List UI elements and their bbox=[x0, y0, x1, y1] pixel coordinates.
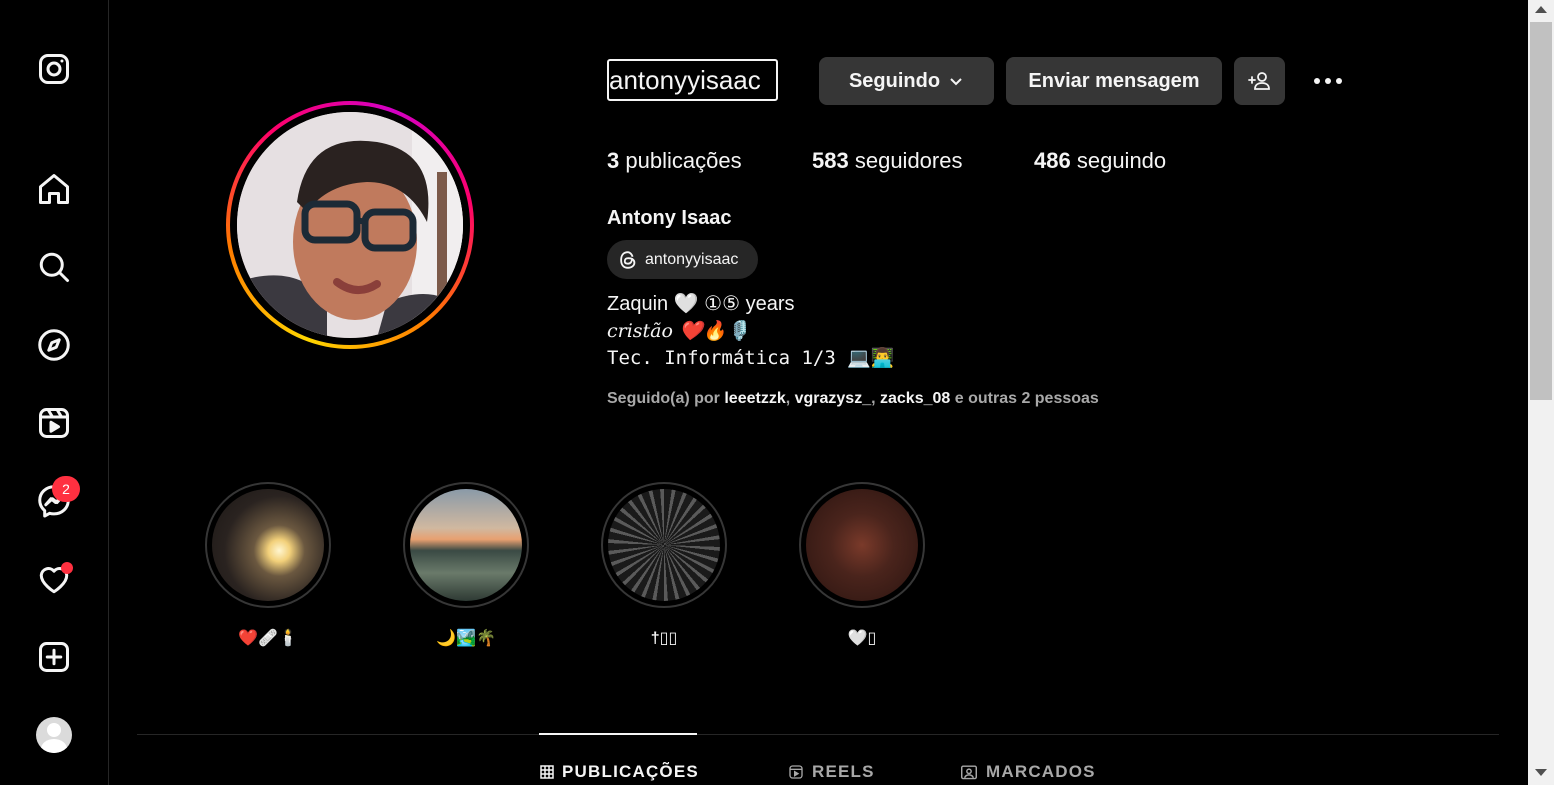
bio-line-3: Tec. Informática 1/3 💻👨‍💻 bbox=[607, 347, 895, 369]
tab-posts[interactable]: PUBLICAÇÕES bbox=[540, 762, 699, 782]
tab-posts-label: PUBLICAÇÕES bbox=[562, 762, 699, 781]
highlight-label: 🌙🏞️🌴 bbox=[436, 630, 496, 647]
compass-icon[interactable] bbox=[30, 321, 78, 369]
followers-count-number: 583 bbox=[812, 148, 849, 173]
scroll-down-arrow-icon[interactable] bbox=[1535, 769, 1547, 776]
threads-icon bbox=[620, 250, 636, 269]
sidebar: 2 bbox=[0, 0, 109, 785]
threads-link[interactable]: antonyyisaac bbox=[607, 240, 758, 279]
tabs-divider bbox=[137, 734, 1499, 735]
home-icon[interactable] bbox=[30, 165, 78, 213]
tab-reels[interactable]: REELS bbox=[788, 762, 875, 782]
following-count[interactable]: 486 seguindo bbox=[1034, 148, 1166, 174]
username-title: antonyyisaac bbox=[607, 59, 778, 101]
highlight-cover[interactable] bbox=[799, 482, 925, 608]
posts-count-label: publicações bbox=[625, 148, 742, 173]
messages-badge: 2 bbox=[52, 476, 80, 502]
highlight-label: ❤️🩹🕯️ bbox=[238, 630, 298, 647]
highlight-cover[interactable] bbox=[205, 482, 331, 608]
followers-count[interactable]: 583 seguidores bbox=[812, 148, 962, 174]
notification-dot bbox=[61, 562, 73, 574]
followed-by-suffix: e outras 2 pessoas bbox=[954, 390, 1099, 407]
followed-by[interactable]: Seguido(a) por leeetzzk, vgrazysz_, zack… bbox=[607, 390, 1099, 408]
tab-tagged-label: MARCADOS bbox=[986, 762, 1096, 781]
search-icon[interactable] bbox=[30, 243, 78, 291]
bio-line-1: Zaquin 🤍 ①⑤ years bbox=[607, 293, 795, 315]
highlight-label: †▯▯ bbox=[650, 630, 678, 647]
followed-by-user: vgrazysz_ bbox=[794, 390, 872, 407]
profile-main: antonyyisaac Seguindo Enviar mensagem 3 … bbox=[110, 0, 1528, 785]
followed-by-user: zacks_08 bbox=[880, 390, 951, 407]
heart-icon[interactable] bbox=[30, 555, 78, 603]
following-count-number: 486 bbox=[1034, 148, 1071, 173]
active-tab-indicator bbox=[539, 733, 697, 735]
following-count-label: seguindo bbox=[1076, 148, 1167, 173]
profile-picture[interactable] bbox=[226, 101, 474, 349]
reels-icon[interactable] bbox=[30, 399, 78, 447]
story-highlight[interactable]: 🌙🏞️🌴 bbox=[403, 482, 529, 648]
story-highlight[interactable]: †▯▯ bbox=[601, 482, 727, 648]
full-name: Antony Isaac bbox=[607, 207, 732, 229]
instagram-logo-icon[interactable] bbox=[30, 45, 78, 93]
following-button-label: Seguindo bbox=[848, 69, 941, 92]
highlight-cover[interactable] bbox=[601, 482, 727, 608]
highlight-cover[interactable] bbox=[403, 482, 529, 608]
tab-reels-label: REELS bbox=[812, 762, 875, 781]
more-options-icon[interactable] bbox=[1308, 65, 1348, 97]
add-person-icon bbox=[1247, 72, 1270, 90]
scroll-up-arrow-icon[interactable] bbox=[1535, 6, 1547, 13]
grid-icon bbox=[540, 765, 554, 779]
chevron-down-icon bbox=[950, 78, 962, 86]
avatar[interactable] bbox=[36, 717, 72, 753]
reels-icon bbox=[789, 765, 803, 779]
following-button[interactable]: Seguindo bbox=[819, 57, 994, 105]
highlight-label: 🤍▯ bbox=[847, 630, 877, 647]
tab-tagged[interactable]: MARCADOS bbox=[960, 762, 1096, 782]
send-message-label: Enviar mensagem bbox=[1028, 69, 1200, 92]
followed-by-prefix: Seguido(a) por bbox=[607, 390, 720, 407]
tagged-icon bbox=[961, 765, 977, 780]
send-message-button[interactable]: Enviar mensagem bbox=[1006, 57, 1222, 105]
threads-handle: antonyyisaac bbox=[645, 250, 739, 268]
suggest-user-button[interactable] bbox=[1234, 57, 1285, 105]
plus-square-icon[interactable] bbox=[30, 633, 78, 681]
story-highlight[interactable]: ❤️🩹🕯️ bbox=[205, 482, 331, 648]
posts-count[interactable]: 3 publicações bbox=[607, 148, 742, 174]
story-highlight[interactable]: 🤍▯ bbox=[799, 482, 925, 648]
page-scrollbar[interactable] bbox=[1528, 0, 1554, 785]
bio-line-2: cristão ❤️🔥🎙️ bbox=[607, 320, 750, 342]
posts-count-number: 3 bbox=[607, 148, 620, 173]
followed-by-user: leeetzzk bbox=[724, 390, 786, 407]
scroll-thumb[interactable] bbox=[1530, 22, 1552, 400]
followers-count-label: seguidores bbox=[854, 148, 963, 173]
